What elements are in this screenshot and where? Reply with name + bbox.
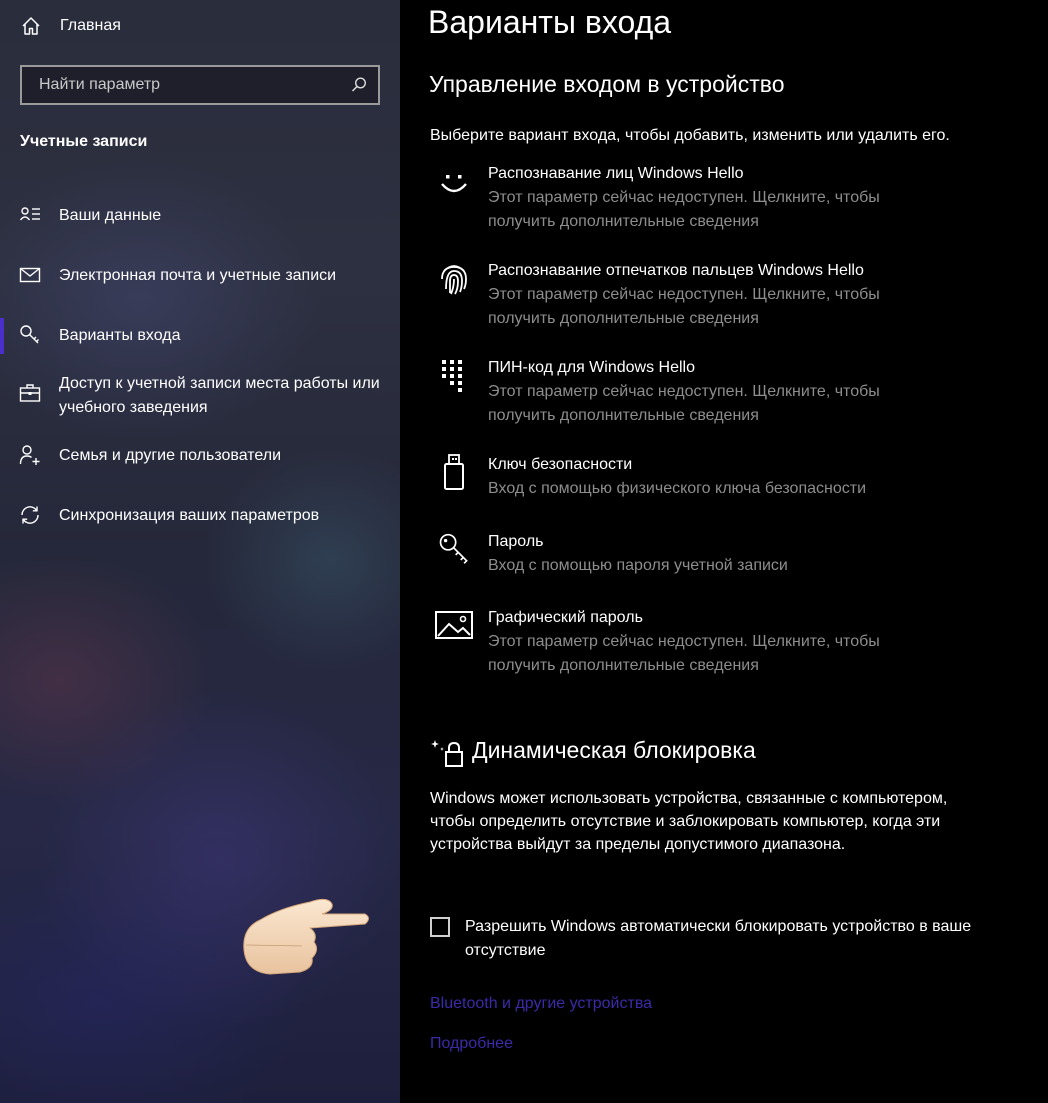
sidebar-item-your-info[interactable]: Ваши данные xyxy=(0,204,400,228)
search-box[interactable] xyxy=(20,65,380,105)
picture-password-icon xyxy=(435,611,473,639)
dynamic-lock-title: Динамическая блокировка xyxy=(472,737,756,763)
key-icon xyxy=(20,325,39,344)
option-title: Распознавание отпечатков пальцев Windows… xyxy=(488,262,864,279)
sidebar-item-label: Доступ к учетной записи места работы или… xyxy=(59,375,380,416)
password-key-icon xyxy=(439,533,468,564)
option-pin[interactable]: ПИН-код для Windows Hello Этот параметр … xyxy=(430,356,1030,428)
option-title: Графический пароль xyxy=(488,609,643,626)
sidebar-item-label: Ваши данные xyxy=(59,207,162,224)
home-icon xyxy=(22,17,40,35)
option-detail: Этот параметр сейчас недоступен. Щелкнит… xyxy=(488,383,880,424)
mail-icon xyxy=(19,267,41,283)
dynamic-lock-description: Windows может использовать устройства, с… xyxy=(430,790,948,853)
option-picture-password[interactable]: Графический пароль Этот параметр сейчас … xyxy=(430,606,1030,678)
sidebar-item-sign-in-options[interactable]: Варианты входа xyxy=(0,318,400,354)
search-input[interactable] xyxy=(37,75,350,95)
sync-icon xyxy=(21,506,39,524)
option-face-recognition[interactable]: Распознавание лиц Windows Hello Этот пар… xyxy=(430,162,1030,234)
option-security-key[interactable]: Ключ безопасности Вход с помощью физичес… xyxy=(430,453,1030,501)
option-detail: Этот параметр сейчас недоступен. Щелкнит… xyxy=(488,189,880,230)
nav-home-label: Главная xyxy=(60,17,121,34)
option-title: Ключ безопасности xyxy=(488,456,633,473)
option-title: ПИН-код для Windows Hello xyxy=(488,359,695,376)
user-info-icon xyxy=(19,207,40,221)
nav-home[interactable]: Главная xyxy=(20,14,121,38)
option-detail: Вход с помощью физического ключа безопас… xyxy=(488,480,866,497)
bluetooth-link[interactable]: Bluetooth и другие устройства xyxy=(430,995,652,1013)
sidebar-item-sync[interactable]: Синхронизация ваших параметров xyxy=(0,504,400,528)
dynamic-lock-checkbox[interactable] xyxy=(430,917,450,937)
section-subtitle: Управление входом в устройство xyxy=(429,71,785,97)
sidebar-item-email[interactable]: Электронная почта и учетные записи xyxy=(0,264,400,288)
sidebar-item-label: Варианты входа xyxy=(59,327,181,344)
sidebar-item-label: Электронная почта и учетные записи xyxy=(59,267,337,284)
briefcase-icon xyxy=(19,384,41,402)
sidebar-item-label: Семья и другие пользователи xyxy=(59,447,282,464)
option-title: Распознавание лиц Windows Hello xyxy=(488,165,744,182)
search-icon[interactable] xyxy=(350,76,368,94)
dynamic-lock-checkbox-label[interactable]: Разрешить Windows автоматически блокиров… xyxy=(465,915,1005,963)
face-icon xyxy=(441,175,467,193)
option-password[interactable]: Пароль Вход с помощью пароля учетной зап… xyxy=(430,530,1030,578)
fingerprint-icon xyxy=(441,265,467,295)
option-detail: Этот параметр сейчас недоступен. Щелкнит… xyxy=(488,633,880,674)
option-fingerprint[interactable]: Распознавание отпечатков пальцев Windows… xyxy=(430,259,1030,331)
learn-more-link[interactable]: Подробнее xyxy=(430,1035,513,1053)
option-detail: Вход с помощью пароля учетной записи xyxy=(488,557,788,574)
sidebar-item-work-access[interactable]: Доступ к учетной записи места работы или… xyxy=(0,372,400,420)
pointing-hand-icon xyxy=(243,898,369,975)
sidebar-item-family[interactable]: Семья и другие пользователи xyxy=(0,444,400,468)
sidebar: Главная Учетные записи Ваши данные Элект… xyxy=(0,0,400,1103)
main-panel: Варианты входа Управление входом в устро… xyxy=(400,0,1048,1103)
section-description: Выберите вариант входа, чтобы добавить, … xyxy=(430,127,950,144)
pin-keypad-icon xyxy=(442,360,462,392)
dynamic-lock-icon xyxy=(431,740,463,767)
section-title: Учетные записи xyxy=(20,133,148,150)
option-title: Пароль xyxy=(488,533,544,550)
page-title: Варианты входа xyxy=(428,4,672,40)
option-detail: Этот параметр сейчас недоступен. Щелкнит… xyxy=(488,286,880,327)
usb-key-icon xyxy=(444,454,464,490)
add-user-icon xyxy=(19,445,40,465)
sidebar-item-label: Синхронизация ваших параметров xyxy=(59,507,320,524)
